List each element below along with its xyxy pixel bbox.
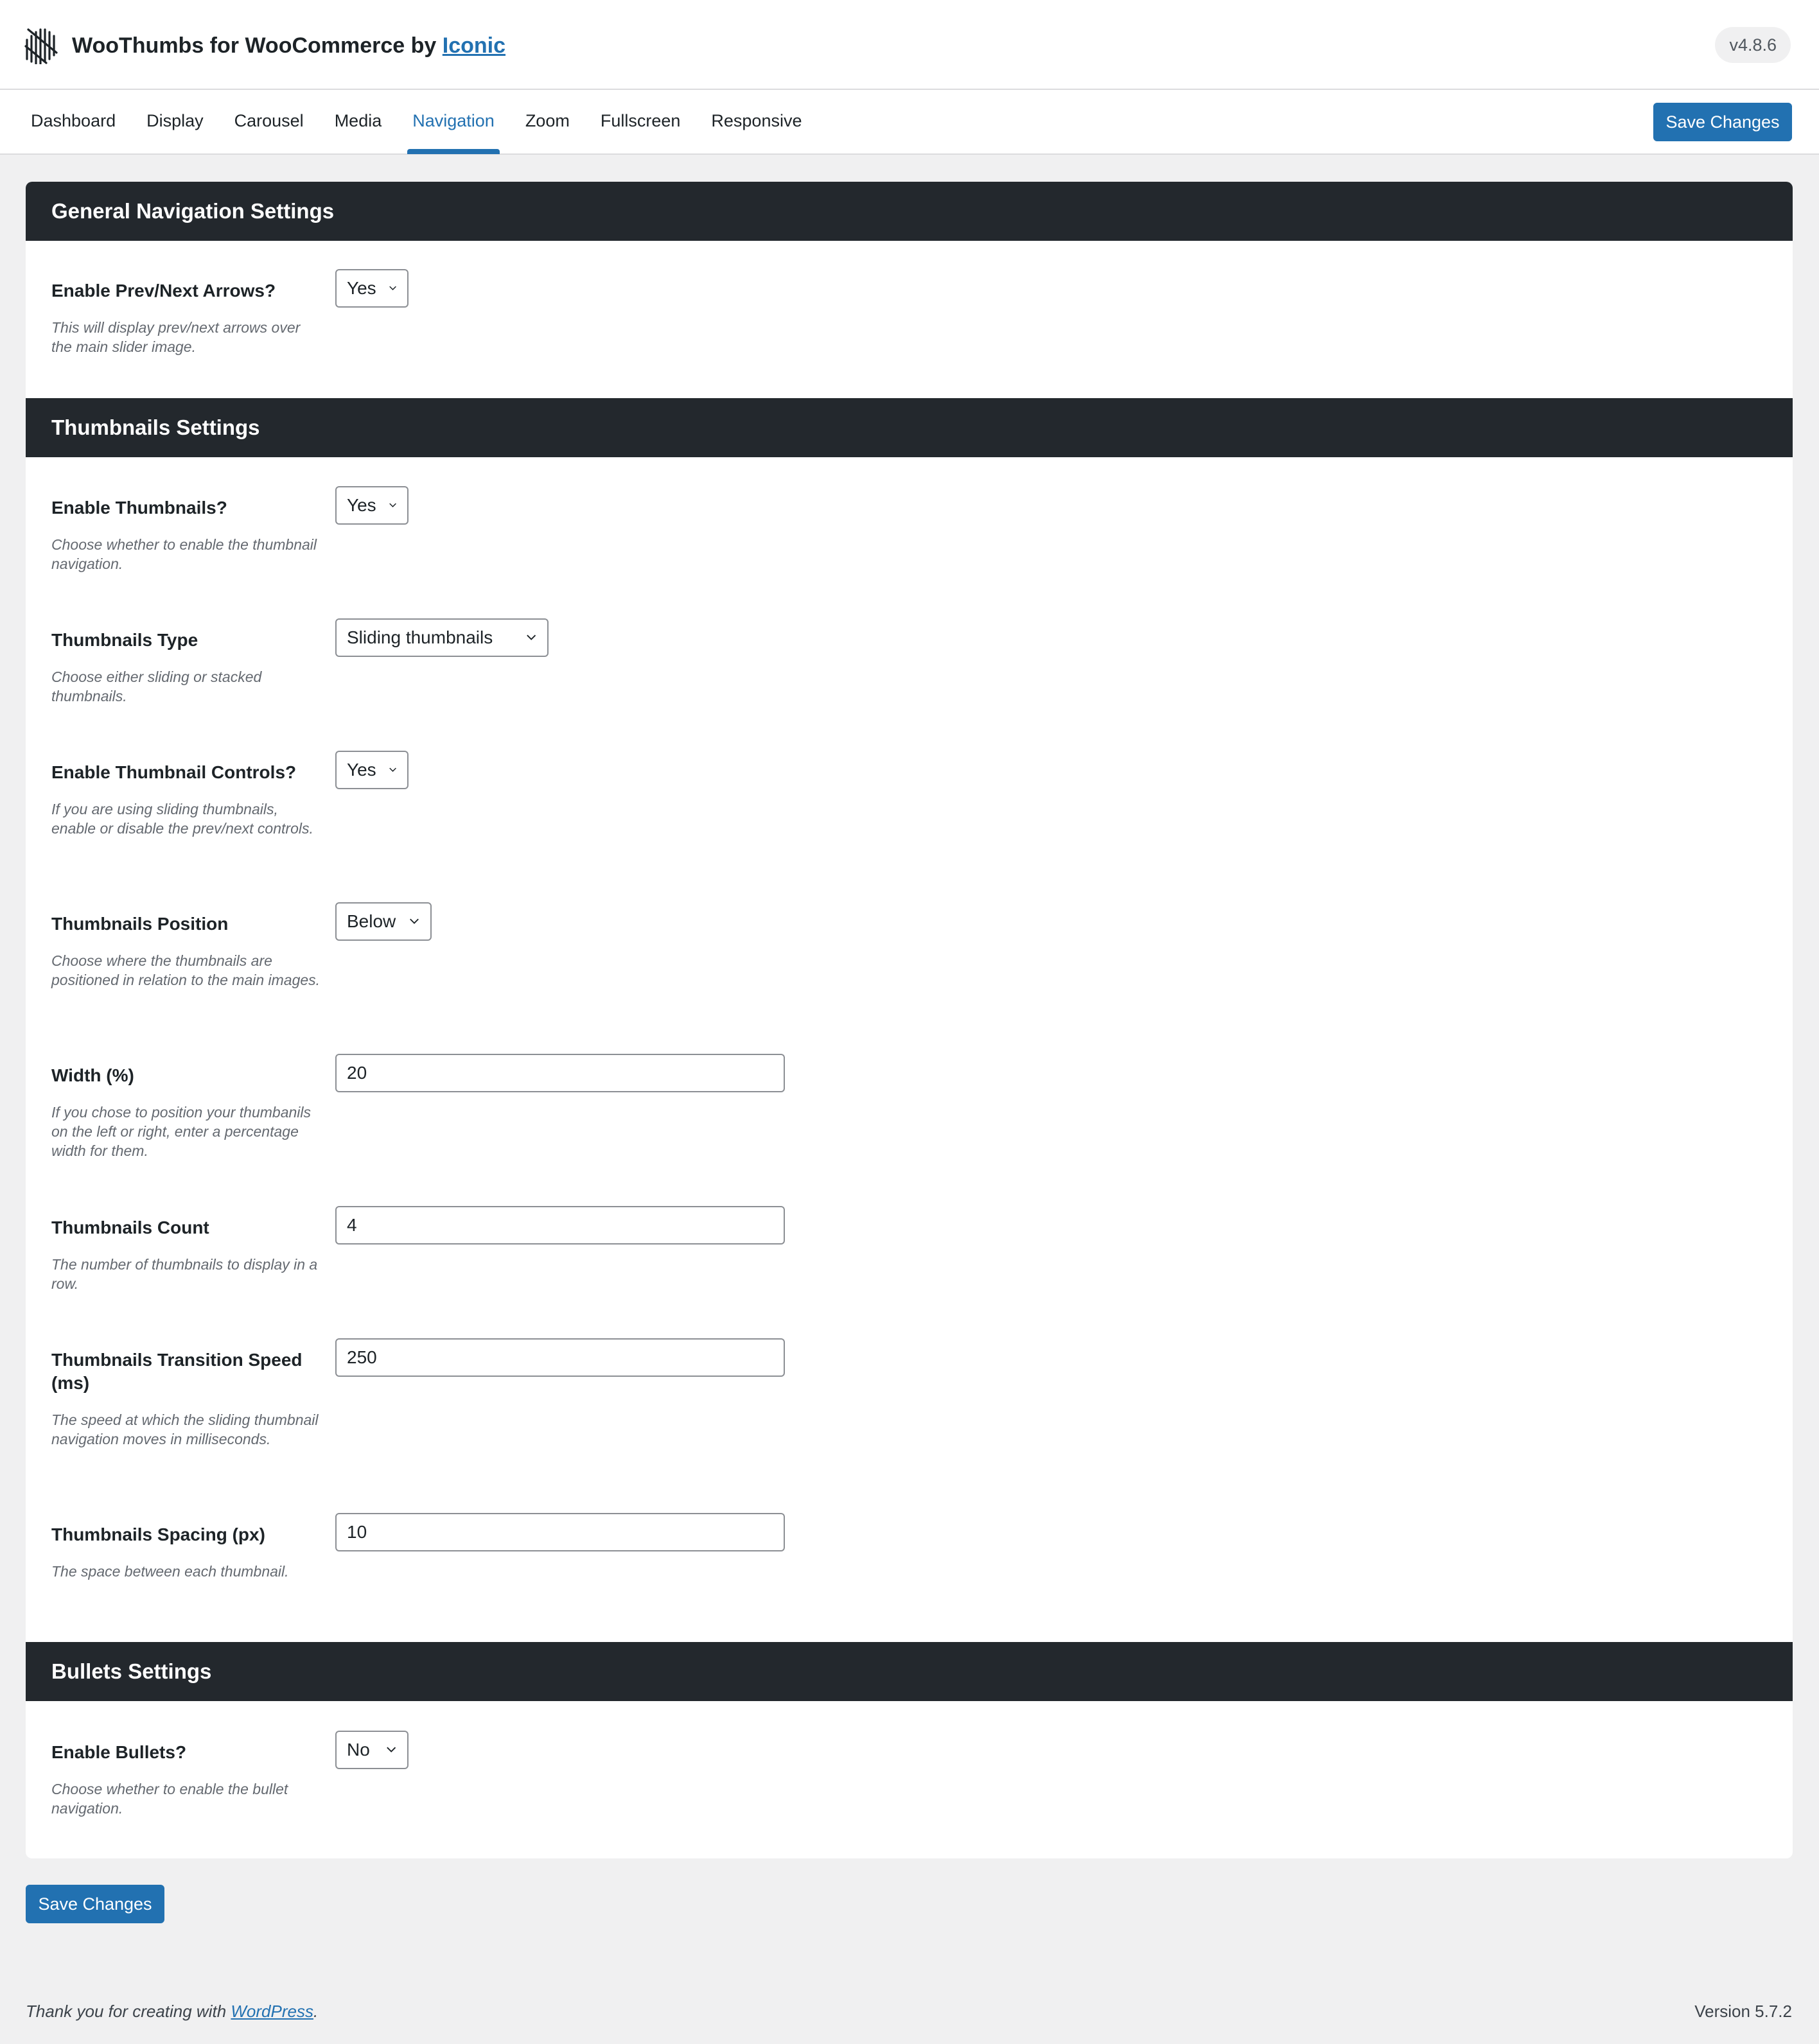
chevron-down-icon <box>389 286 396 290</box>
plugin-title: WooThumbs for WooCommerce by Iconic <box>72 33 506 58</box>
thumbnails-position-select[interactable]: Below <box>335 902 432 941</box>
section-header-bullets: Bullets Settings <box>26 1642 1793 1701</box>
thumbnails-count-input[interactable]: 4 <box>335 1206 785 1245</box>
field-label: Enable Bullets? <box>51 1742 187 1762</box>
footer-version: Version 5.7.2 <box>1694 2002 1792 2021</box>
tab-dashboard[interactable]: Dashboard <box>0 90 131 154</box>
thumbnails-spacing-input[interactable]: 10 <box>335 1513 785 1551</box>
select-value: Sliding thumbnails <box>347 627 493 647</box>
select-value: Below <box>347 911 396 931</box>
select-value: Yes <box>347 278 376 298</box>
field-description: Choose where the thumbnails are position… <box>51 952 321 988</box>
chevron-down-icon <box>389 767 396 772</box>
setting-row-thumbnails-type: Thumbnails Type Choose either sliding or… <box>51 618 1773 706</box>
settings-tabs-bar: Dashboard Display Carousel Media Navigat… <box>0 90 1819 155</box>
field-label: Thumbnails Count <box>51 1218 209 1237</box>
setting-row-width: Width (%) If you chose to position your … <box>51 1054 1773 1160</box>
field-label: Thumbnails Transition Speed (ms) <box>51 1350 303 1393</box>
setting-row-thumbnail-controls: Enable Thumbnail Controls? If you are us… <box>51 751 1773 838</box>
field-label: Enable Thumbnails? <box>51 498 227 518</box>
select-value: Yes <box>347 760 376 780</box>
tab-media[interactable]: Media <box>319 90 398 154</box>
enable-bullets-select[interactable]: No <box>335 1731 409 1769</box>
setting-row-transition-speed: Thumbnails Transition Speed (ms) The spe… <box>51 1338 1773 1449</box>
field-description: The speed at which the sliding thumbnail… <box>51 1411 319 1447</box>
field-description: If you chose to position your thumbanils… <box>51 1104 312 1159</box>
section-header-thumbnails: Thumbnails Settings <box>26 398 1793 457</box>
field-label: Thumbnails Type <box>51 630 198 650</box>
select-value: No <box>347 1740 370 1760</box>
tab-zoom[interactable]: Zoom <box>510 90 585 154</box>
setting-row-thumbnails-position: Thumbnails Position Choose where the thu… <box>51 902 1773 990</box>
settings-tabs: Dashboard Display Carousel Media Navigat… <box>0 90 817 154</box>
field-description: If you are using sliding thumbnails, ena… <box>51 801 313 837</box>
field-description: This will display prev/next arrows over … <box>51 319 301 355</box>
field-label: Thumbnails Position <box>51 914 229 934</box>
save-changes-button-bottom[interactable]: Save Changes <box>26 1885 164 1923</box>
field-description: The number of thumbnails to display in a… <box>51 1256 318 1292</box>
footer-thanks: Thank you for creating with WordPress. <box>26 2002 319 2021</box>
field-label: Enable Prev/Next Arrows? <box>51 281 276 301</box>
top-header: WooThumbs for WooCommerce by Iconic v4.8… <box>0 0 1819 90</box>
iconic-logo-icon <box>24 28 58 64</box>
field-description: Choose whether to enable the bullet navi… <box>51 1781 288 1817</box>
settings-card: General Navigation Settings Enable Prev/… <box>26 182 1793 1858</box>
wordpress-link[interactable]: WordPress <box>231 2002 313 2021</box>
thumbnail-controls-select[interactable]: Yes <box>335 751 409 789</box>
iconic-link[interactable]: Iconic <box>443 33 505 58</box>
setting-row-thumbnails-count: Thumbnails Count The number of thumbnail… <box>51 1206 1773 1293</box>
setting-row-enable-thumbnails: Enable Thumbnails? Choose whether to ena… <box>51 486 1773 573</box>
tab-display[interactable]: Display <box>131 90 219 154</box>
tab-responsive[interactable]: Responsive <box>696 90 817 154</box>
field-label: Width (%) <box>51 1065 134 1085</box>
setting-row-enable-arrows: Enable Prev/Next Arrows? This will displ… <box>51 269 1773 356</box>
field-label: Thumbnails Spacing (px) <box>51 1524 265 1544</box>
save-changes-button-top[interactable]: Save Changes <box>1653 103 1792 141</box>
field-description: Choose either sliding or stacked thumbna… <box>51 668 262 704</box>
section-header-general: General Navigation Settings <box>26 182 1793 241</box>
setting-row-enable-bullets: Enable Bullets? Choose whether to enable… <box>51 1731 1773 1818</box>
select-value: Yes <box>347 495 376 515</box>
chevron-down-icon <box>387 1747 396 1752</box>
transition-speed-input[interactable]: 250 <box>335 1338 785 1377</box>
brand: WooThumbs for WooCommerce by Iconic <box>24 27 505 64</box>
field-description: Choose whether to enable the thumbnail n… <box>51 536 317 572</box>
version-badge: v4.8.6 <box>1715 27 1791 63</box>
chevron-down-icon <box>389 503 396 507</box>
field-description: The space between each thumbnail. <box>51 1563 289 1580</box>
setting-row-thumbnails-spacing: Thumbnails Spacing (px) The space betwee… <box>51 1513 1773 1581</box>
tab-fullscreen[interactable]: Fullscreen <box>585 90 696 154</box>
chevron-down-icon <box>527 634 536 640</box>
tab-carousel[interactable]: Carousel <box>219 90 319 154</box>
width-input[interactable]: 20 <box>335 1054 785 1092</box>
enable-thumbnails-select[interactable]: Yes <box>335 486 409 525</box>
chevron-down-icon <box>410 918 419 924</box>
thumbnails-type-select[interactable]: Sliding thumbnails <box>335 618 549 657</box>
field-label: Enable Thumbnail Controls? <box>51 762 297 782</box>
enable-arrows-select[interactable]: Yes <box>335 269 409 308</box>
tab-navigation[interactable]: Navigation <box>397 90 510 154</box>
